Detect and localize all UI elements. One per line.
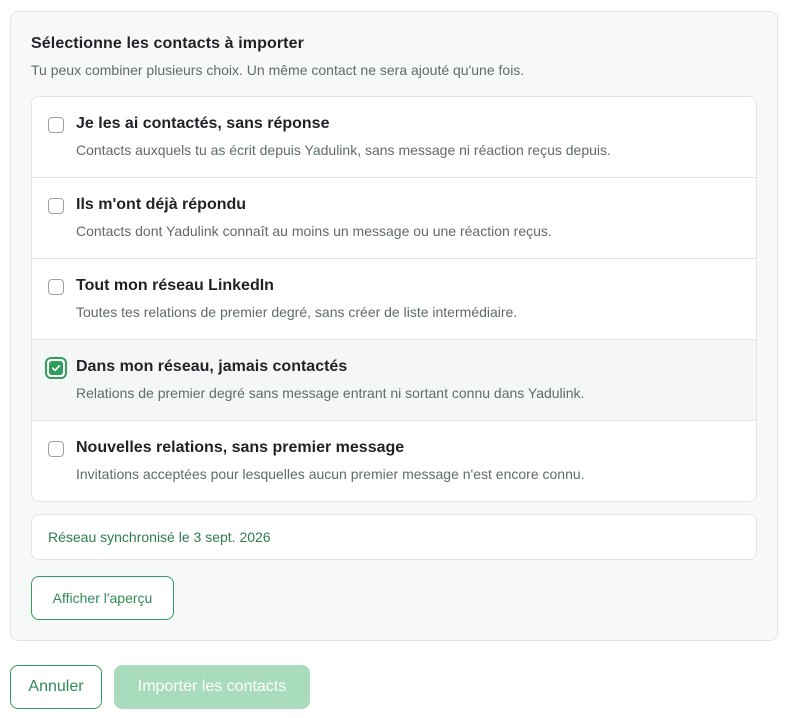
option-whole-network[interactable]: Tout mon réseau LinkedIn Toutes tes rela… xyxy=(32,259,756,340)
check-icon xyxy=(49,361,63,375)
cancel-button[interactable]: Annuler xyxy=(10,665,102,709)
option-description: Contacts dont Yadulink connaît au moins … xyxy=(76,223,552,239)
option-title: Dans mon réseau, jamais contactés xyxy=(76,358,348,375)
option-title: Tout mon réseau LinkedIn xyxy=(76,277,274,294)
option-description: Toutes tes relations de premier degré, s… xyxy=(76,304,518,320)
option-already-replied[interactable]: Ils m'ont déjà répondu Contacts dont Yad… xyxy=(32,178,756,259)
option-description: Relations de premier degré sans message … xyxy=(76,385,585,401)
option-network-never-contacted[interactable]: Dans mon réseau, jamais contactés Relati… xyxy=(32,340,756,421)
option-description: Contacts auxquels tu as écrit depuis Yad… xyxy=(76,142,611,158)
option-contacted-no-reply[interactable]: Je les ai contactés, sans réponse Contac… xyxy=(32,97,756,178)
checkbox[interactable] xyxy=(48,198,64,214)
panel-subtitle: Tu peux combiner plusieurs choix. Un mêm… xyxy=(31,62,525,78)
checkbox-checked[interactable] xyxy=(45,357,67,379)
checkbox[interactable] xyxy=(48,441,64,457)
option-description: Invitations acceptées pour lesquelles au… xyxy=(76,466,585,482)
options-list: Je les ai contactés, sans réponse Contac… xyxy=(31,96,757,502)
import-panel: Sélectionne les contacts à importer Tu p… xyxy=(10,11,778,641)
option-title: Ils m'ont déjà répondu xyxy=(76,196,247,213)
checkbox[interactable] xyxy=(48,279,64,295)
preview-button[interactable]: Afficher l'aperçu xyxy=(31,576,174,620)
option-title: Nouvelles relations, sans premier messag… xyxy=(76,439,405,456)
option-title: Je les ai contactés, sans réponse xyxy=(76,115,330,132)
checkbox[interactable] xyxy=(48,117,64,133)
sync-status: Réseau synchronisé le 3 sept. 2026 xyxy=(31,514,757,560)
option-new-connections[interactable]: Nouvelles relations, sans premier messag… xyxy=(32,421,756,501)
import-button[interactable]: Importer les contacts xyxy=(114,665,310,709)
panel-title: Sélectionne les contacts à importer xyxy=(31,35,304,52)
